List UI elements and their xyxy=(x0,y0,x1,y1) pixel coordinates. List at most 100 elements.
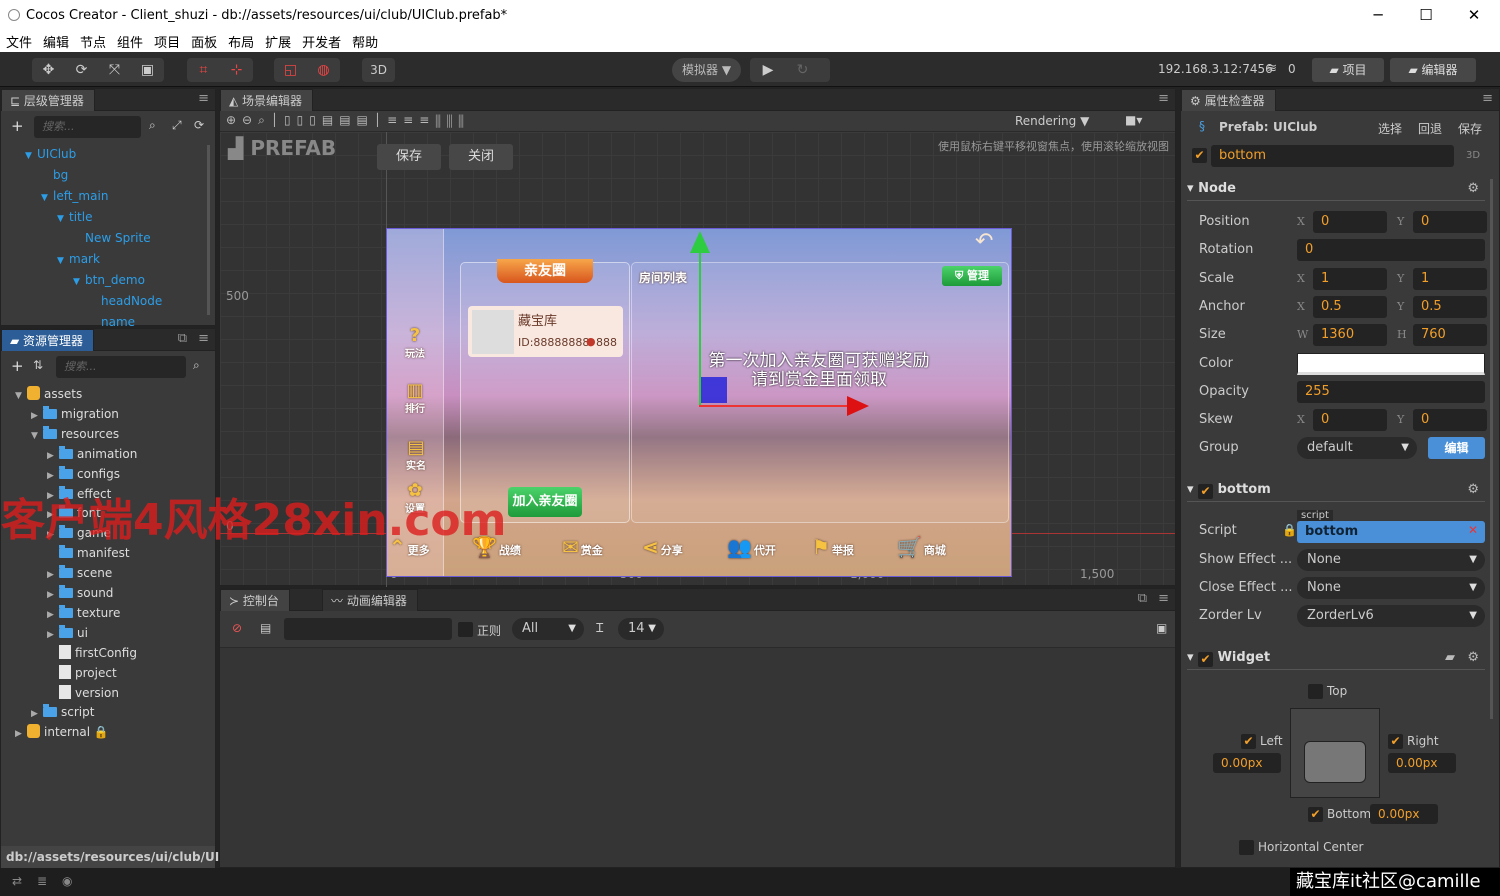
move-tool-icon[interactable]: ✥ xyxy=(32,58,65,82)
rect-tool-icon[interactable]: ▣ xyxy=(131,58,164,82)
expand-arrow-icon[interactable]: ▼ xyxy=(57,209,69,229)
center-icon[interactable]: ⊹ xyxy=(220,58,253,82)
widget-bottom-checkbox[interactable]: ✔ xyxy=(1308,807,1323,822)
tab-scene-editor[interactable]: ◭ 场景编辑器 xyxy=(220,89,314,111)
gizmo-x-axis[interactable] xyxy=(699,405,849,407)
scene-canvas[interactable]: 500 0 0 500 1,000 1,500 ▟ PREFAB 保存 关闭 使… xyxy=(1,132,1175,587)
menu-item[interactable]: 扩展 xyxy=(265,32,291,51)
menu-item[interactable]: 组件 xyxy=(117,32,143,51)
collapse-icon[interactable]: ▣ xyxy=(1156,621,1167,635)
regex-checkbox[interactable] xyxy=(458,622,473,637)
hierarchy-search-input[interactable]: 搜索... xyxy=(34,116,141,138)
gear-icon[interactable]: ⚙ xyxy=(1467,478,1479,502)
play-button[interactable]: ▶ xyxy=(750,58,786,82)
local-coord-icon[interactable]: ◱ xyxy=(274,58,307,82)
panel-menu-icon[interactable]: ≡ xyxy=(1158,91,1169,106)
expand-arrow-icon[interactable]: ▼ xyxy=(73,272,85,292)
open-project-button[interactable]: ▰ 项目 xyxy=(1312,58,1384,82)
position-x-input[interactable]: 0 xyxy=(1313,211,1387,233)
log-level-select[interactable]: All xyxy=(512,618,584,640)
tree-node[interactable]: ▼ UIClub xyxy=(25,144,76,164)
asset-item[interactable]: ▶ sound xyxy=(47,583,113,603)
pivot-icon[interactable]: ⌗ xyxy=(187,58,220,82)
side-button[interactable]: ? 玩法 xyxy=(397,327,433,361)
add-node-icon[interactable]: + xyxy=(11,117,24,135)
expand-arrow-icon[interactable]: ▼ xyxy=(31,426,43,446)
refresh-button[interactable]: ↻ xyxy=(786,58,819,82)
side-button[interactable]: ▥ 排行 xyxy=(397,382,433,416)
widget-right-checkbox[interactable]: ✔ xyxy=(1388,734,1403,749)
tab-hierarchy[interactable]: ⊑ 层级管理器 xyxy=(1,89,95,111)
color-swatch[interactable] xyxy=(1297,352,1485,375)
size-h-input[interactable]: 760 xyxy=(1413,324,1487,347)
asset-item[interactable]: ▶ script xyxy=(31,702,94,722)
tree-node[interactable]: bg xyxy=(41,165,68,185)
widget-header[interactable]: ▾ ✔ Widget ▰ ⚙ xyxy=(1187,646,1485,670)
gear-icon[interactable]: ⚙ xyxy=(1467,177,1479,201)
menu-item[interactable]: 节点 xyxy=(80,32,106,51)
open-log-icon[interactable]: ▤ xyxy=(260,621,271,635)
popout-icon[interactable]: ⧉ xyxy=(1138,591,1147,606)
popout-icon[interactable]: ⧉ xyxy=(178,331,187,346)
asset-item[interactable]: ▶ scene xyxy=(47,563,112,583)
widget-top-checkbox[interactable] xyxy=(1308,684,1323,699)
club-card[interactable]: 藏宝库 ID:88888888 ● 888 xyxy=(468,306,623,357)
rendering-dropdown[interactable]: Rendering ▼ xyxy=(1015,114,1089,128)
search-icon[interactable]: ⌕ xyxy=(193,358,200,373)
widget-hcenter-checkbox[interactable] xyxy=(1239,840,1254,855)
zorder-select[interactable]: ZorderLv6 xyxy=(1297,605,1485,627)
show-effect-select[interactable]: None xyxy=(1297,549,1485,571)
widget-left-input[interactable]: 0.00px xyxy=(1213,753,1281,773)
minimize-button[interactable]: ─ xyxy=(1355,0,1401,30)
node-active-checkbox[interactable]: ✔ xyxy=(1192,148,1207,163)
skew-y-input[interactable]: 0 xyxy=(1413,409,1487,432)
panel-menu-icon[interactable]: ≡ xyxy=(198,91,209,106)
asset-item[interactable]: project xyxy=(47,663,117,683)
panel-menu-icon[interactable]: ≡ xyxy=(198,331,209,346)
global-coord-icon[interactable]: ◍ xyxy=(307,58,340,82)
rotate-tool-icon[interactable]: ⟳ xyxy=(65,58,98,82)
expand-icon[interactable]: ⤢ xyxy=(172,118,182,133)
expand-arrow-icon[interactable]: ▼ xyxy=(57,251,69,271)
font-size-select[interactable]: 14 xyxy=(618,618,664,640)
scale-x-input[interactable]: 1 xyxy=(1313,267,1387,290)
asset-item[interactable]: ▼ resources xyxy=(31,424,119,444)
hierarchy-scrollbar[interactable] xyxy=(207,145,210,315)
asset-item[interactable]: ▶ texture xyxy=(47,603,120,623)
rotation-input[interactable]: 0 xyxy=(1297,239,1485,262)
script-tag[interactable]: script xyxy=(1297,510,1333,521)
console-filter-input[interactable] xyxy=(284,618,452,640)
toggle-3d-button[interactable]: 3D xyxy=(362,58,395,82)
save-prefab-button[interactable]: 保存 xyxy=(377,144,441,170)
tab-animation-editor[interactable]: 〰 动画编辑器 xyxy=(322,589,418,611)
skew-x-input[interactable]: 0 xyxy=(1313,409,1387,432)
tree-node[interactable]: headNode xyxy=(89,291,162,311)
tab-inspector[interactable]: ⚙ 属性检查器 xyxy=(1181,89,1276,111)
gizmo-center-handle[interactable] xyxy=(701,377,727,403)
bottom-button[interactable]: 🛒 商城 xyxy=(897,535,946,559)
gear-icon[interactable]: ⚙ xyxy=(1467,646,1479,670)
asset-item[interactable]: ▶ internal 🔒 xyxy=(15,722,109,742)
expand-arrow-icon[interactable]: ▼ xyxy=(41,188,53,208)
menu-item[interactable]: 编辑 xyxy=(43,32,69,51)
panel-menu-icon[interactable]: ≡ xyxy=(1158,591,1169,606)
menu-item[interactable]: 面板 xyxy=(191,32,217,51)
book-icon[interactable]: ▰ xyxy=(1445,646,1455,670)
console-output[interactable] xyxy=(220,647,1175,867)
tree-node[interactable]: ▼ title xyxy=(57,207,92,227)
camera-icon[interactable]: ■▾ xyxy=(1125,113,1142,127)
add-asset-icon[interactable]: + xyxy=(11,357,24,375)
back-arrow-icon[interactable]: ↶ xyxy=(975,229,993,254)
node-name-input[interactable]: bottom xyxy=(1211,145,1454,167)
tab-assets[interactable]: ▰ 资源管理器 xyxy=(1,329,95,351)
tree-node[interactable]: ▼ left_main xyxy=(41,186,108,206)
widget-enabled-checkbox[interactable]: ✔ xyxy=(1198,652,1214,667)
open-editor-button[interactable]: ▰ 编辑器 xyxy=(1390,58,1476,82)
bottom-button[interactable]: ✉ 赏金 xyxy=(562,535,603,559)
inspector-scrollbar[interactable] xyxy=(1490,179,1493,719)
menu-item[interactable]: 帮助 xyxy=(352,32,378,51)
expand-arrow-icon[interactable]: ▼ xyxy=(25,146,37,166)
script-field[interactable]: bottom xyxy=(1297,521,1485,543)
assets-search-input[interactable]: 搜索... xyxy=(56,356,186,378)
sort-icon[interactable]: ⇅ xyxy=(33,358,43,372)
